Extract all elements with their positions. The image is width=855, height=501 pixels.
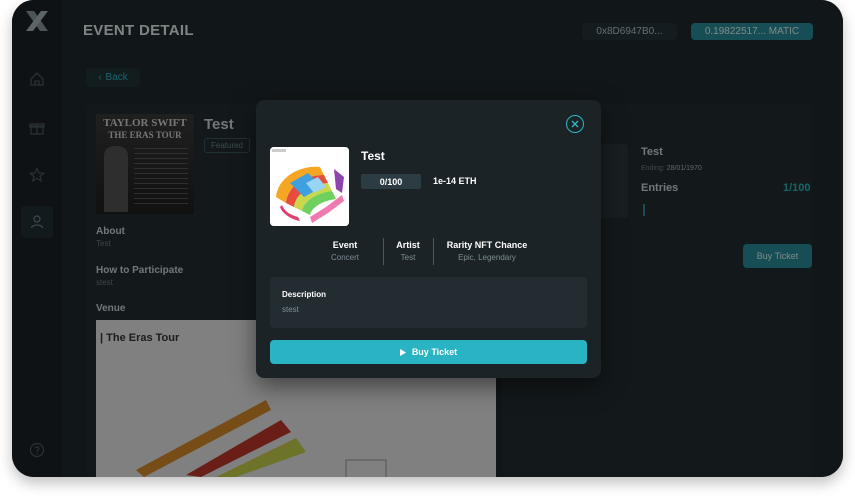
buy-ticket-label: Buy Ticket xyxy=(411,347,458,357)
artist-value: Test xyxy=(400,253,416,262)
ticket-count: 0/100 xyxy=(361,174,421,189)
play-icon xyxy=(399,348,406,356)
event-type-value: Concert xyxy=(330,253,359,262)
modal-title: Test xyxy=(361,149,385,163)
description-box: Description stest xyxy=(270,277,587,328)
event-type-column: Event Concert xyxy=(316,240,374,262)
close-button[interactable] xyxy=(566,115,584,133)
ticket-modal: Test 0/100 1e-14 ETH Event Concert Artis… xyxy=(256,100,601,378)
buy-ticket-button[interactable]: Buy Ticket xyxy=(270,340,587,364)
column-divider xyxy=(383,238,384,265)
description-value: stest xyxy=(282,305,299,314)
rarity-value: Epic, Legendary xyxy=(458,253,516,262)
rarity-column: Rarity NFT Chance Epic, Legendary xyxy=(441,240,533,262)
column-divider xyxy=(433,238,434,265)
artist-column: Artist Test xyxy=(388,240,428,262)
description-label: Description xyxy=(282,290,327,299)
rarity-label: Rarity NFT Chance xyxy=(446,240,528,250)
artist-label: Artist xyxy=(396,240,420,250)
event-type-label: Event xyxy=(332,240,358,250)
ticket-price: 1e-14 ETH xyxy=(433,176,477,186)
seating-chart-image xyxy=(270,147,349,226)
close-icon xyxy=(571,120,579,128)
